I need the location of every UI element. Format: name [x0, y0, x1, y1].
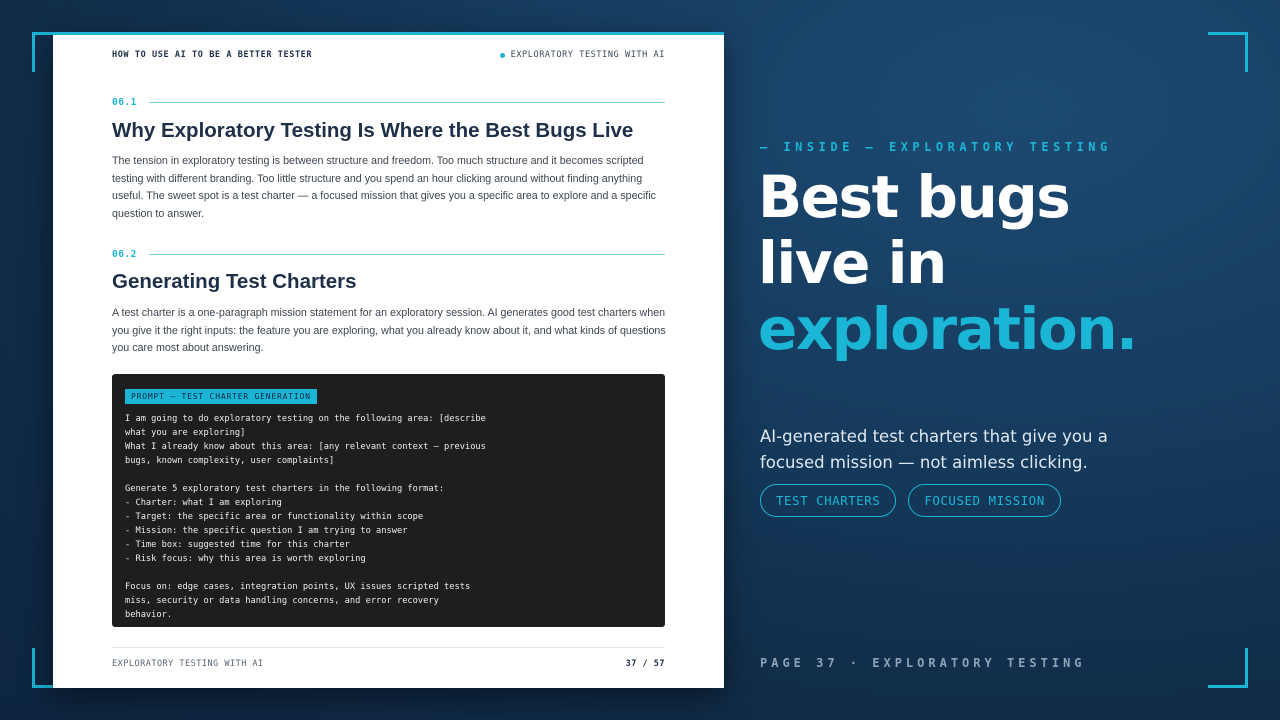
promo-kicker: — INSIDE — EXPLORATORY TESTING [760, 140, 1112, 154]
bullet-dot-icon [499, 52, 505, 58]
frame-corner-bottom-right [1208, 648, 1248, 688]
frame-corner-top-right [1208, 32, 1248, 72]
footer-rule [112, 647, 665, 648]
headline-line-1: Best bugs [758, 163, 1071, 231]
section-rule [148, 102, 665, 103]
section-body: A test charter is a one-paragraph missio… [112, 307, 666, 354]
chapter-label-text: EXPLORATORY TESTING WITH AI [510, 50, 665, 60]
page-footer: EXPLORATORY TESTING WITH AI 37 / 57 [112, 659, 665, 669]
section-body: The tension in exploratory testing is be… [112, 155, 656, 220]
section-number: 06.1 [112, 97, 665, 108]
footer-chapter: EXPLORATORY TESTING WITH AI [112, 659, 264, 669]
page-number: 37 / 57 [625, 659, 665, 669]
book-page: HOW TO USE AI TO BE A BETTER TESTER EXPL… [53, 32, 724, 688]
prompt-label: PROMPT — TEST CHARTER GENERATION [125, 389, 317, 404]
prompt-code-block: PROMPT — TEST CHARTER GENERATION I am go… [112, 374, 665, 627]
section-title: Why Exploratory Testing Is Where the Bes… [112, 119, 634, 142]
pill-focused-mission: FOCUSED MISSION [908, 484, 1061, 517]
promo-subtitle: AI-generated test charters that give you… [760, 427, 1108, 472]
running-header: HOW TO USE AI TO BE A BETTER TESTER EXPL… [112, 50, 665, 60]
section-number-text: 06.2 [112, 249, 137, 260]
headline-line-2: live in [758, 229, 947, 297]
section-number-text: 06.1 [112, 97, 137, 108]
book-title: HOW TO USE AI TO BE A BETTER TESTER [112, 50, 313, 60]
page-indicator: PAGE 37 · EXPLORATORY TESTING [760, 656, 1086, 670]
pill-test-charters: TEST CHARTERS [760, 484, 897, 517]
chapter-label: EXPLORATORY TESTING WITH AI [499, 50, 665, 60]
promo-headline: Best bugs live in exploration. [758, 163, 1138, 363]
headline-accent: exploration. [758, 295, 1138, 363]
tag-pills: TEST CHARTERS FOCUSED MISSION [760, 484, 1061, 517]
prompt-text: I am going to do exploratory testing on … [125, 414, 486, 620]
section-title: Generating Test Charters [112, 270, 357, 293]
section-number: 06.2 [112, 249, 665, 260]
section-rule [148, 254, 665, 255]
